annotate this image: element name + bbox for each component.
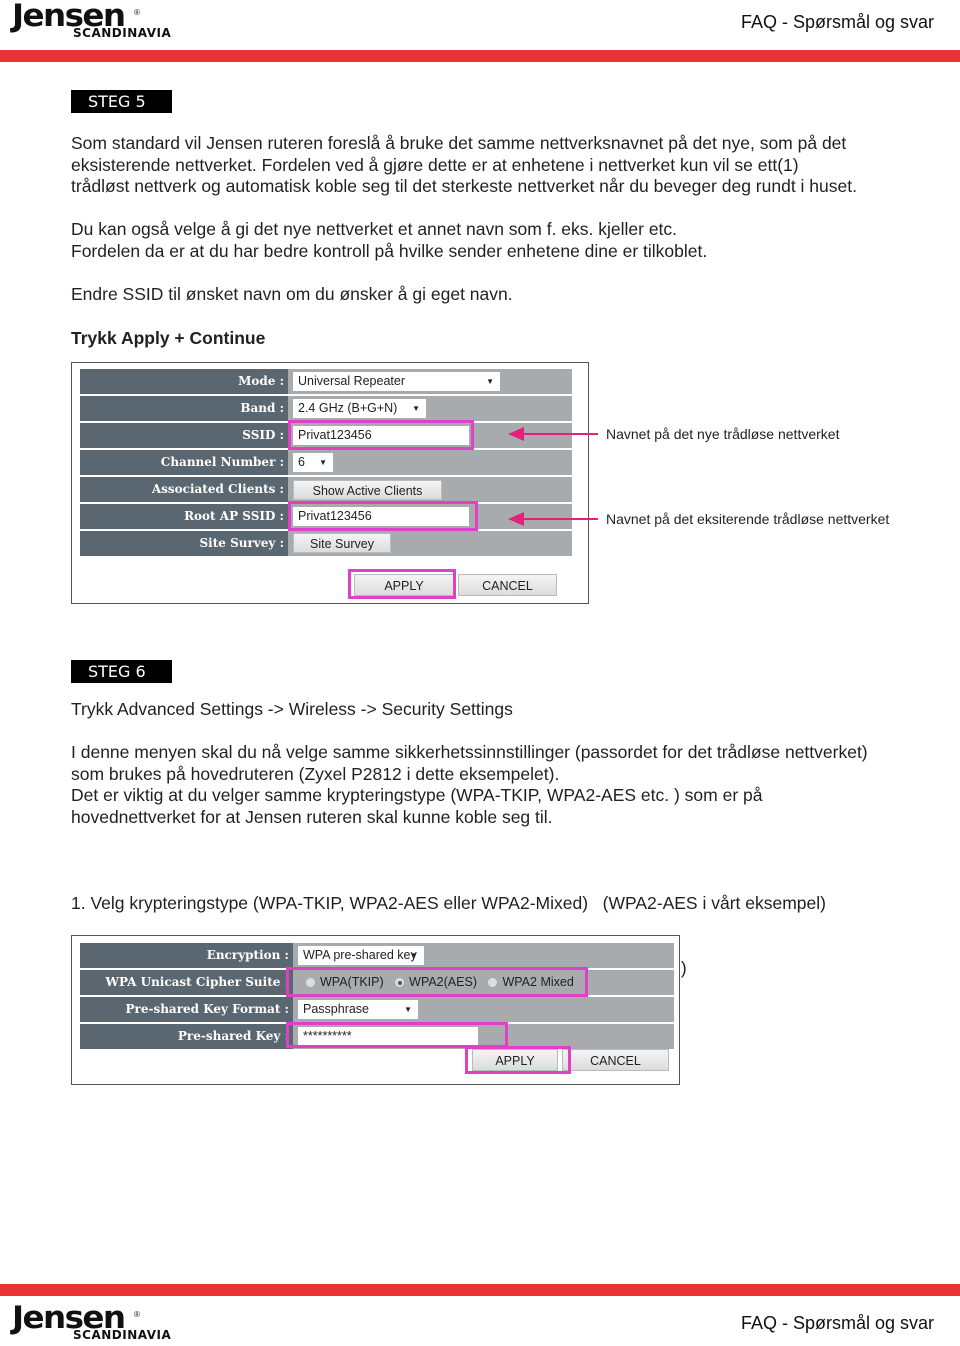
- step-5-apply-instruction: Trykk Apply + Continue: [71, 328, 266, 348]
- root-ssid-annotation: Navnet på det eksiterende trådløse nettv…: [606, 511, 890, 527]
- site-survey-button[interactable]: Site Survey: [293, 533, 391, 553]
- ssid-highlight: [288, 420, 474, 450]
- ssid-annotation: Navnet på det nye trådløse nettverket: [606, 426, 840, 442]
- step-6-intro: I denne menyen skal du nå velge samme si…: [71, 742, 868, 828]
- text-line: I denne menyen skal du nå velge samme si…: [71, 742, 868, 762]
- page-header-title: FAQ - Spørsmål og svar: [740, 12, 934, 32]
- cancel-button[interactable]: CANCEL: [458, 574, 557, 596]
- logo-subtitle: SCANDINAVIA: [73, 1328, 172, 1342]
- encryption-select[interactable]: WPA pre-shared key ▼: [298, 946, 424, 965]
- logo-registered: ®: [134, 8, 140, 17]
- step-5-intro: Som standard vil Jensen ruteren foreslå …: [71, 133, 857, 198]
- header-divider: [0, 50, 960, 62]
- mode-select[interactable]: Universal Repeater ▼: [293, 372, 500, 391]
- cipher-highlight: [286, 967, 588, 997]
- text-line: Som standard vil Jensen ruteren foreslå …: [71, 133, 847, 153]
- security-settings-screenshot: Encryption : WPA pre-shared key ▼ WPA Uni…: [71, 935, 680, 1085]
- arrow-left-icon: [508, 427, 598, 441]
- list-item: 1. Velg krypteringstype (WPA-TKIP, WPA2-…: [71, 893, 826, 913]
- step-5-badge: STEG 5: [71, 90, 172, 113]
- text-line: trådløst nettverk og automatisk koble se…: [71, 176, 857, 196]
- clients-label: Associated Clients :: [80, 477, 288, 502]
- page-footer-title: FAQ - Spørsmål og svar: [740, 1313, 934, 1333]
- text-line: Fordelen da er at du har bedre kontroll …: [71, 240, 708, 261]
- cipher-label: WPA Unicast Cipher Suite :: [80, 970, 293, 995]
- step-5-alternative: Du kan også velge å gi det nye nettverke…: [71, 219, 707, 262]
- text-line: hovednettverket for at Jensen ruteren sk…: [71, 806, 553, 827]
- logo-registered: ®: [134, 1310, 140, 1319]
- text-line: Det er viktig at du velger samme krypter…: [71, 785, 763, 805]
- text-line: som brukes på hovedruteren (Zyxel P2812 …: [71, 763, 560, 784]
- band-select[interactable]: 2.4 GHz (B+G+N) ▼: [293, 399, 426, 418]
- cancel-button[interactable]: CANCEL: [562, 1049, 669, 1071]
- mode-row: Mode : Universal Repeater ▼: [80, 369, 572, 394]
- root-ssid-highlight: [288, 501, 478, 531]
- dropdown-arrow-icon: ▼: [319, 458, 327, 467]
- site-survey-row: Site Survey : Site Survey: [80, 531, 572, 556]
- text-line: Du kan også velge å gi det nye nettverke…: [71, 219, 678, 239]
- channel-label: Channel Number :: [80, 450, 288, 475]
- dropdown-arrow-icon: ▼: [412, 404, 420, 413]
- ssid-label: SSID :: [80, 423, 288, 448]
- channel-row: Channel Number : 6 ▼: [80, 450, 572, 475]
- jensen-logo: Jensen ® SCANDINAVIA: [12, 1300, 182, 1346]
- apply-highlight: [465, 1046, 571, 1074]
- arrow-left-icon: [508, 512, 598, 526]
- encryption-row: Encryption : WPA pre-shared key ▼: [80, 943, 674, 968]
- site-survey-label: Site Survey :: [80, 531, 288, 556]
- jensen-logo: Jensen ® SCANDINAVIA: [12, 0, 182, 44]
- text-line: eksisterende nettverket. Fordelen ved å …: [71, 154, 799, 175]
- mode-label: Mode :: [80, 369, 288, 394]
- pre-shared-key-label: Pre-shared Key :: [80, 1024, 293, 1049]
- repeater-settings-screenshot: Mode : Universal Repeater ▼ Band : 2.4 GH…: [71, 362, 589, 604]
- apply-highlight: [348, 569, 456, 599]
- key-format-select[interactable]: Passphrase ▼: [298, 1000, 418, 1019]
- key-format-label: Pre-shared Key Format :: [80, 997, 293, 1022]
- show-active-clients-button[interactable]: Show Active Clients: [293, 480, 442, 500]
- key-format-row: Pre-shared Key Format : Passphrase ▼: [80, 997, 674, 1022]
- dropdown-arrow-icon: ▼: [486, 377, 494, 386]
- band-row: Band : 2.4 GHz (B+G+N) ▼: [80, 396, 572, 421]
- encryption-label: Encryption :: [80, 943, 293, 968]
- footer-divider: [0, 1284, 960, 1296]
- logo-subtitle: SCANDINAVIA: [73, 26, 172, 40]
- step-6-badge: STEG 6: [71, 660, 172, 683]
- dropdown-arrow-icon: ▼: [410, 951, 418, 960]
- step-5-instruction: Endre SSID til ønsket navn om du ønsker …: [71, 284, 513, 304]
- dropdown-arrow-icon: ▼: [404, 1005, 412, 1014]
- clients-row: Associated Clients : Show Active Clients: [80, 477, 572, 502]
- root-ssid-label: Root AP SSID :: [80, 504, 288, 529]
- pre-shared-key-highlight: [286, 1022, 508, 1048]
- band-label: Band :: [80, 396, 288, 421]
- channel-select[interactable]: 6 ▼: [293, 453, 333, 472]
- step-6-navigation: Trykk Advanced Settings -> Wireless -> S…: [71, 699, 513, 719]
